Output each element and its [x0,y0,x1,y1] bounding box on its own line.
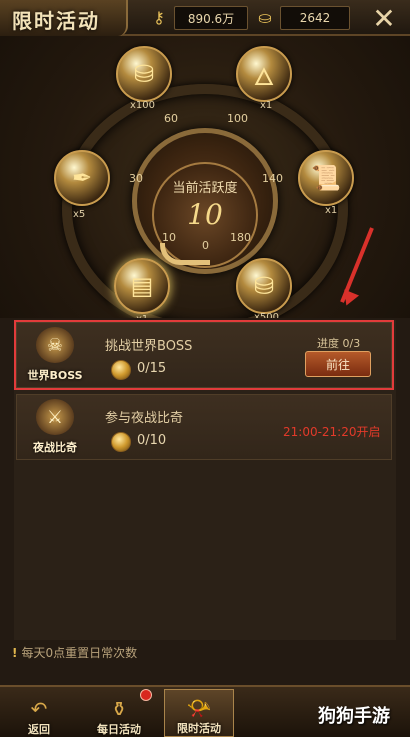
gold-ingot-pile-icon: ⛁ [133,60,155,88]
close-button[interactable]: ✕ [362,0,406,36]
active-label: 当前活跃度 [172,181,238,196]
activity-name: 参与夜战比奇 [105,411,184,426]
activity-row-world-boss[interactable]: ☠ 世界BOSS 挑战世界BOSS 0/15 进度 0/3 前往 [14,320,394,390]
tick-180: 180 [230,231,251,244]
sword-icon: ⚔ [36,399,74,435]
treasure-pot-icon: ⚱ [110,697,128,721]
active-value: 10 [187,198,223,231]
gold-ingot-pile-icon: ⛁ [253,272,275,300]
coin-icon [111,432,131,452]
activity-count: 0/15 [137,361,167,376]
reward-count: x1 [325,205,338,216]
activity-row-night-battle[interactable]: ⚔ 夜战比奇 参与夜战比奇 0/10 21:00-21:20开启 [16,394,392,460]
tick-100: 100 [227,112,248,125]
world-boss-emblem: ☠ 世界BOSS [23,327,87,383]
resource-gold-value: 890.6万 [174,6,248,30]
nav-back-button[interactable]: ↶ 返回 [4,689,74,737]
watermark: 狗狗手游 [318,706,390,727]
reward-gold-bars[interactable]: ▤ [114,258,170,314]
title-plate: 限时活动 [0,0,128,36]
activity-list: ☠ 世界BOSS 挑战世界BOSS 0/15 进度 0/3 前往 ⚔ 夜战比奇 … [0,318,410,685]
nav-back-label: 返回 [28,723,50,736]
reward-gold-ingot-pile-500[interactable]: ⛁ [236,258,292,314]
activity-icon-label: 世界BOSS [27,369,83,382]
nav-limited-button[interactable]: 📯 限时活动 [164,689,234,737]
activity-progress: 进度 0/3 [317,337,361,350]
nav-daily-label: 每日活动 [97,723,141,736]
tick-140: 140 [262,172,283,185]
activity-open-time: 21:00-21:20开启 [283,425,381,439]
back-arrow-icon: ↶ [30,697,48,721]
scroll-icon: 📜 [311,164,341,192]
reward-fire-orb[interactable]: 🜂 [236,46,292,102]
tick-60: 60 [164,112,178,125]
reward-feather[interactable]: ✒ [54,150,110,206]
gold-bars-icon: ▤ [130,272,154,300]
reward-count: x5 [73,209,86,220]
reset-note: ! 每天0点重置日常次数 [12,644,137,661]
reward-count: x1 [260,100,273,111]
reset-note-text: 每天0点重置日常次数 [21,646,138,660]
notification-badge [140,689,152,701]
fire-orb-icon: 🜂 [253,63,275,91]
top-bar: 限时活动 ⚷ 890.6万 ⛀ 2642 ✕ [0,0,410,36]
activity-name: 挑战世界BOSS [105,339,193,354]
ingot-icon: ⛀ [258,7,272,27]
close-icon: ✕ [372,1,396,35]
activity-count: 0/10 [137,433,167,448]
tick-30: 30 [129,172,143,185]
page-title: 限时活动 [12,9,100,33]
skull-icon: ☠ [36,327,74,363]
reward-count: x100 [130,100,156,111]
exclamation-icon: ! [12,646,18,660]
night-battle-emblem: ⚔ 夜战比奇 [23,399,87,455]
horn-icon: 📯 [186,696,212,720]
nav-daily-button[interactable]: ⚱ 每日活动 [84,689,154,737]
resource-ingot-value: 2642 [280,6,350,30]
key-coin-icon: ⚷ [153,7,165,27]
feather-icon: ✒ [71,164,93,192]
reward-gold-ingot-pile[interactable]: ⛁ [116,46,172,102]
nav-limited-label: 限时活动 [177,722,221,735]
coin-icon [111,360,131,380]
activity-icon-label: 夜战比奇 [33,441,77,454]
go-button[interactable]: 前往 [305,351,371,377]
reward-scroll[interactable]: 📜 [298,150,354,206]
